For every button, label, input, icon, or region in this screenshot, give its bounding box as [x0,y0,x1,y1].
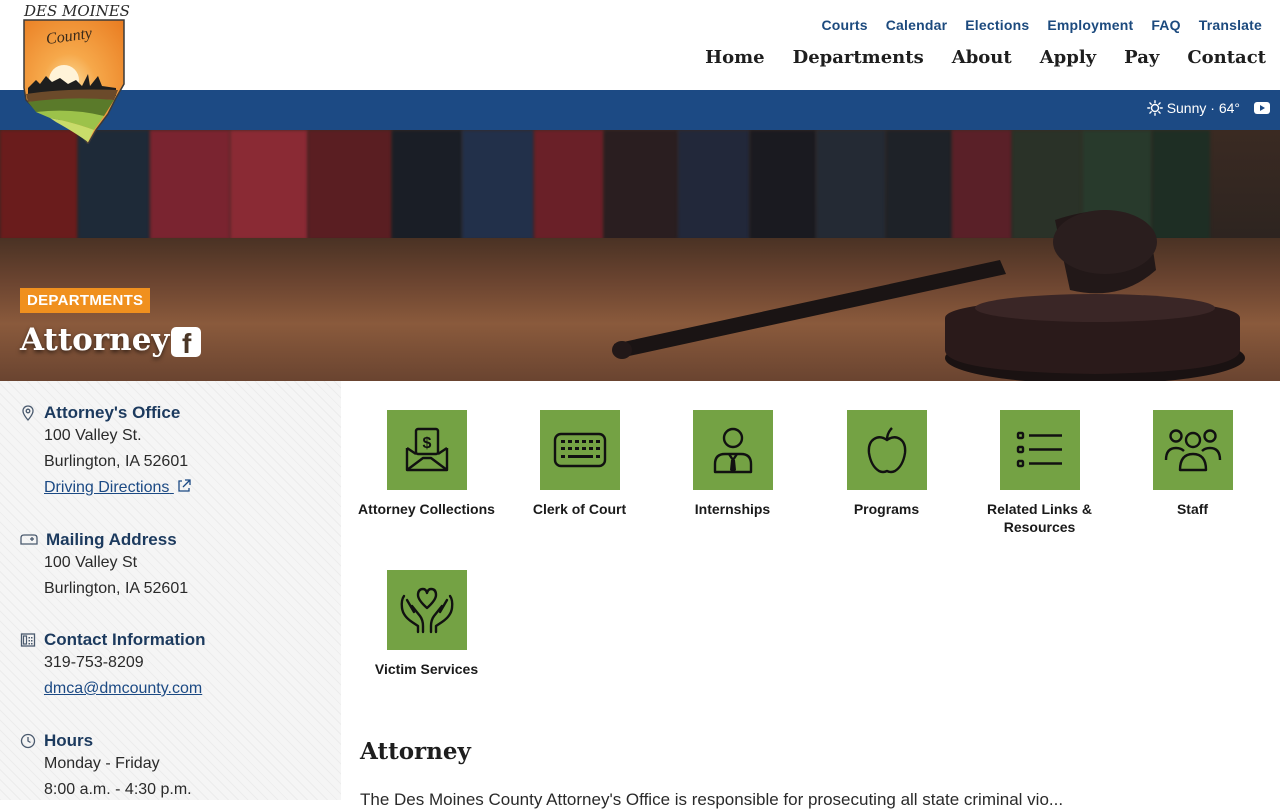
facebook-icon[interactable]: f [171,327,201,359]
main-nav-departments[interactable]: Departments [793,47,924,68]
main-nav-apply[interactable]: Apply [1040,47,1096,68]
weather-text: Sunny · 64° [1166,100,1240,116]
hours-heading: Hours [44,731,94,750]
tile-label: Attorney Collections [358,501,495,517]
driving-directions-link[interactable]: Driving Directions [44,475,192,501]
driving-directions-text: Driving Directions [44,479,170,496]
util-nav-courts[interactable]: Courts [821,17,867,33]
weather-widget: Sunny · 64° [1146,100,1240,116]
hours-times: 8:00 a.m. - 4:30 p.m. [44,781,192,798]
external-link-icon [178,479,191,492]
tile-victim-services[interactable]: Victim Services [350,570,503,678]
utility-nav: Courts Calendar Elections Employment FAQ… [821,17,1262,33]
main-nav: Home Departments About Apply Pay Contact [705,47,1266,68]
sidebar: Attorney's Office 100 Valley St. Burling… [0,381,341,800]
fax-phone-icon [20,633,36,647]
info-bar: Sunny · 64° [0,90,1280,130]
main-nav-about[interactable]: About [952,47,1012,68]
tile-internships[interactable]: Internships [656,410,809,518]
tile-attorney-collections[interactable]: $ Attorney Collections [350,410,503,518]
tile-label: Internships [694,501,771,517]
mailing-line1: 100 Valley St [44,554,138,571]
page-title: Attorney [20,322,170,358]
apple-icon [867,427,906,474]
contact-heading: Contact Information [44,630,206,649]
svg-text:$: $ [422,435,431,452]
clock-icon [20,733,36,749]
county-logo[interactable]: DES MOINES County [16,2,130,144]
mailbox-icon [20,534,38,545]
office-heading: Attorney's Office [44,403,181,422]
heart-hands-icon [400,587,453,634]
office-address-line1: 100 Valley St. [44,427,142,444]
contact-phone[interactable]: 319-753-8209 [44,650,206,676]
sun-icon [1146,100,1163,116]
gavel-image [612,210,1245,381]
map-pin-icon [22,405,34,421]
tile-label: Staff [1176,501,1209,517]
tile-programs[interactable]: Programs [810,410,963,518]
util-nav-translate[interactable]: Translate [1199,17,1262,33]
mailing-heading: Mailing Address [46,530,177,549]
keyboard-icon [553,432,606,468]
tile-label: Clerk of Court [532,501,627,517]
contact-email-link[interactable]: dmca@dmcounty.com [44,676,206,702]
main-nav-pay[interactable]: Pay [1124,47,1159,68]
util-nav-calendar[interactable]: Calendar [886,17,948,33]
contact-section: Contact Information 319-753-8209 dmca@dm… [20,630,206,702]
list-icon [1016,431,1062,468]
main-nav-contact[interactable]: Contact [1187,47,1266,68]
tile-related-links[interactable]: Related Links & Resources [963,410,1116,536]
intro-paragraph: The Des Moines County Attorney's Office … [360,790,1064,809]
site-header: DES MOINES County Courts Calendar Electi… [0,0,1280,144]
util-nav-employment[interactable]: Employment [1047,17,1133,33]
tile-clerk-of-court[interactable]: Clerk of Court [503,410,656,518]
hero-banner: DEPARTMENTS Attorney f [0,130,1280,381]
breadcrumb-badge[interactable]: DEPARTMENTS [20,288,151,313]
hours-section: Hours Monday - Friday 8:00 a.m. - 4:30 p… [20,731,192,803]
util-nav-faq[interactable]: FAQ [1151,17,1180,33]
hours-days: Monday - Friday [44,755,160,772]
tile-label: Related Links & Resources [986,501,1093,535]
mailing-section: Mailing Address 100 Valley St Burlington… [20,530,188,602]
office-section: Attorney's Office 100 Valley St. Burling… [20,403,192,501]
mailing-line2: Burlington, IA 52601 [44,580,189,597]
main-nav-home[interactable]: Home [705,47,765,68]
youtube-icon[interactable] [1254,102,1270,114]
money-envelope-icon: $ [405,427,448,472]
tile-label: Programs [853,501,920,517]
util-nav-elections[interactable]: Elections [965,17,1029,33]
tile-label: Victim Services [374,661,479,677]
tile-staff[interactable]: Staff [1116,410,1269,518]
person-tie-icon [713,427,752,474]
group-icon [1164,429,1221,472]
section-heading: Attorney [360,738,471,765]
office-address-line2: Burlington, IA 52601 [44,453,189,470]
